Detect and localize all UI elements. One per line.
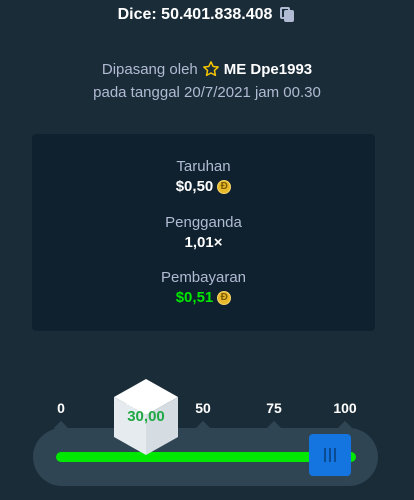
tick-notch: [195, 420, 211, 436]
tick-notch: [337, 420, 353, 436]
result-value: 30,00: [127, 408, 165, 425]
bet-id-text: Dice: 50.401.838.408: [117, 6, 273, 23]
star-outline-icon: [202, 61, 219, 77]
slider-tick-labels: 0 25 50 75 100: [0, 400, 414, 420]
bet-id-header: Dice: 50.401.838.408: [0, 4, 414, 26]
payout-value-row: $0,51 Ð: [32, 289, 375, 306]
slider-handle[interactable]: [309, 434, 351, 476]
placed-by-user[interactable]: ME Dpe1993: [224, 61, 312, 78]
payout-value: $0,51: [175, 289, 214, 306]
bet-details-panel: Taruhan $0,50 Ð Pengganda 1,01× Pembayar…: [32, 134, 375, 331]
placed-date: pada tanggal 20/7/2021 jam 00.30: [93, 84, 321, 101]
roll-slider[interactable]: [33, 420, 378, 486]
dogecoin-icon: Ð: [217, 290, 232, 305]
tick-label-0: 0: [57, 400, 65, 416]
multiplier-value: 1,01×: [184, 234, 223, 251]
wager-value-row: $0,50 Ð: [32, 178, 375, 195]
copy-icon[interactable]: [280, 7, 296, 23]
payout-label: Pembayaran: [160, 269, 247, 286]
tick-notch: [53, 420, 69, 436]
multiplier-label: Pengganda: [165, 214, 242, 231]
tick-label-50: 50: [195, 400, 211, 416]
multiplier-stat: Pengganda 1,01×: [32, 214, 375, 251]
wager-value: $0,50: [175, 178, 214, 195]
wager-stat: Taruhan $0,50 Ð: [32, 158, 375, 195]
tick-label-100: 100: [333, 400, 357, 416]
placed-by-line: Dipasang oleh ME Dpe1993: [0, 60, 414, 78]
dogecoin-icon: Ð: [217, 179, 232, 194]
multiplier-value-row: 1,01×: [32, 234, 375, 251]
tick-notch: [266, 420, 282, 436]
placed-by-prefix: Dipasang oleh: [101, 60, 198, 78]
tick-label-75: 75: [266, 400, 282, 416]
payout-stat: Pembayaran $0,51 Ð: [32, 269, 375, 306]
wager-label: Taruhan: [176, 158, 231, 175]
